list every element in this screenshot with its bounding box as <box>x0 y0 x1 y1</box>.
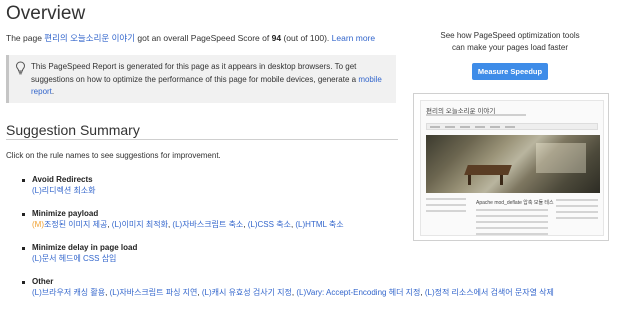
priority-tag: (L) <box>296 288 307 297</box>
preview-left-column <box>426 198 466 216</box>
priority-tag: (L) <box>247 220 258 229</box>
suggestion-link[interactable]: 자바스크립트 축소 <box>182 220 243 229</box>
score-prefix: The page <box>6 33 45 43</box>
bullet-icon <box>22 213 25 216</box>
bullet-icon <box>22 281 25 284</box>
rule-suggestions: (L)문서 헤드에 CSS 삽입 <box>32 253 612 265</box>
rule-item: Minimize delay in page load (L)문서 헤드에 CSS… <box>22 243 612 265</box>
priority-tag: (L) <box>111 220 122 229</box>
suggestion-hint: Click on the rule names to see suggestio… <box>6 151 221 160</box>
rule-name[interactable]: Other <box>32 277 612 287</box>
section-divider <box>6 139 398 140</box>
suggestion-link[interactable]: Vary: Accept-Encoding 헤더 지정 <box>306 288 420 297</box>
suggestion-link[interactable]: 브라우저 캐싱 활용 <box>42 288 105 297</box>
priority-tag: (L) <box>109 288 120 297</box>
lightbulb-icon <box>15 61 26 75</box>
overview-title: Overview <box>6 3 86 24</box>
priority-tag: (L) <box>295 220 306 229</box>
promo-line-1: See how PageSpeed optimization tools <box>440 31 580 40</box>
suggestion-link[interactable]: HTML 축소 <box>305 220 343 229</box>
priority-tag: (L) <box>32 254 42 263</box>
score-middle: got an overall PageSpeed Score of <box>135 33 272 43</box>
bullet-icon <box>22 247 25 250</box>
priority-tag: (L) <box>172 220 183 229</box>
page-preview-thumbnail: 편리의 오늘소리운 이야기 Apache mod_deflate 압축 모듈 테… <box>413 93 609 241</box>
preview-post-heading: Apache mod_deflate 압축 모듈 테스 <box>476 200 554 206</box>
priority-tag: (L) <box>32 186 42 195</box>
preview-tagline <box>426 114 526 116</box>
suggestion-link[interactable]: 리디렉션 최소화 <box>42 186 96 195</box>
promo-line-2: can make your pages load faster <box>451 43 569 52</box>
bullet-icon <box>22 179 25 182</box>
score-suffix: (out of 100). <box>281 33 332 43</box>
preview-main-column: Apache mod_deflate 압축 모듈 테스 <box>476 199 554 239</box>
notice-text: This PageSpeed Report is generated for t… <box>31 62 359 84</box>
preview-header-photo <box>426 135 600 193</box>
priority-tag: (M) <box>32 220 44 229</box>
page-link[interactable]: 편리의 오늘소리운 이야기 <box>44 33 135 43</box>
suggestion-link[interactable]: 문서 헤드에 CSS 삽입 <box>42 254 117 263</box>
suggestion-summary-heading: Suggestion Summary <box>6 122 140 138</box>
measure-speedup-button[interactable]: Measure Speedup <box>472 63 548 80</box>
suggestion-link[interactable]: 이미지 최적화 <box>122 220 168 229</box>
preview-page: 편리의 오늘소리운 이야기 Apache mod_deflate 압축 모듈 테… <box>420 100 604 236</box>
suggestion-link[interactable]: 정적 리소스에서 검색어 문자열 삭제 <box>435 288 554 297</box>
suggestion-link[interactable]: CSS 축소 <box>258 220 291 229</box>
notice-end: . <box>51 87 55 96</box>
desktop-report-notice: This PageSpeed Report is generated for t… <box>6 55 396 103</box>
suggestion-link[interactable]: 캐시 유효성 검사기 지정 <box>212 288 292 297</box>
priority-tag: (L) <box>424 288 435 297</box>
learn-more-link[interactable]: Learn more <box>332 33 375 43</box>
rule-item: Other (L)브라우저 캐싱 활용, (L)자바스크립트 파싱 지연, (L)… <box>22 277 612 299</box>
preview-right-column <box>556 199 598 223</box>
suggestion-link[interactable]: 자바스크립트 파싱 지연 <box>119 288 197 297</box>
priority-tag: (L) <box>201 288 212 297</box>
score-summary: The page 편리의 오늘소리운 이야기 got an overall Pa… <box>6 32 375 44</box>
rule-name[interactable]: Minimize delay in page load <box>32 243 612 253</box>
speedup-promo: See how PageSpeed optimization tools can… <box>410 30 610 80</box>
suggestion-link[interactable]: 조정된 이미지 제공 <box>44 220 107 229</box>
score-value: 94 <box>271 33 282 43</box>
rule-suggestions: (L)브라우저 캐싱 활용, (L)자바스크립트 파싱 지연, (L)캐시 유효… <box>32 288 554 297</box>
preview-nav <box>426 123 598 130</box>
priority-tag: (L) <box>32 288 42 297</box>
